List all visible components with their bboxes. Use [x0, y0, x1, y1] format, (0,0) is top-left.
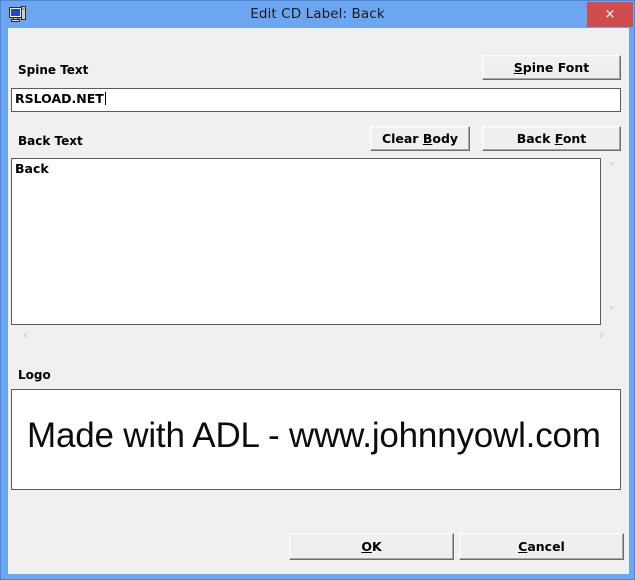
back-font-button[interactable]: Back Font: [482, 126, 621, 151]
window-title: Edit CD Label: Back: [250, 6, 385, 22]
spine-font-accel: S: [513, 60, 523, 75]
chevron-up-icon[interactable]: ˄: [603, 162, 620, 174]
spine-text-value: RSLOAD.NET: [15, 91, 104, 106]
back-text-horizontal-scrollbar[interactable]: ‹ ›: [11, 326, 621, 345]
ok-accel: O: [361, 539, 372, 554]
spine-font-button[interactable]: Spine Font: [482, 55, 621, 80]
back-font-label-part1: Back: [516, 131, 555, 146]
logo-preview-text: Made with ADL - www.johnnyowl.com: [27, 416, 601, 455]
title-bar[interactable]: Edit CD Label: Back ×: [1, 1, 634, 28]
chevron-right-icon[interactable]: ›: [593, 329, 610, 341]
chevron-left-icon[interactable]: ‹: [17, 329, 34, 341]
text-caret: [104, 92, 106, 105]
back-text-textarea[interactable]: Back: [11, 158, 601, 325]
ok-label: K: [371, 539, 382, 554]
clear-body-accel: B: [422, 131, 433, 146]
back-font-accel: F: [554, 131, 563, 146]
ok-button[interactable]: OK: [289, 533, 454, 560]
back-text-value: Back: [15, 161, 49, 176]
clear-body-button[interactable]: Clear Body: [370, 126, 470, 151]
spine-font-label: pine Font: [522, 60, 590, 75]
chevron-down-icon[interactable]: ˅: [603, 306, 620, 318]
back-font-label-part2: ont: [562, 131, 587, 146]
spine-text-label: Spine Text: [18, 63, 89, 77]
cancel-accel: C: [518, 539, 528, 554]
clear-body-label-part2: ody: [432, 131, 459, 146]
close-button[interactable]: ×: [587, 2, 633, 27]
spine-text-input[interactable]: RSLOAD.NET: [11, 88, 621, 112]
edit-cd-label-window: Edit CD Label: Back × Spine Text Spine F…: [0, 0, 635, 580]
clear-body-label-part1: Clear: [381, 131, 423, 146]
cancel-button[interactable]: Cancel: [459, 533, 624, 560]
cancel-label: ancel: [527, 539, 565, 554]
logo-preview-box[interactable]: Made with ADL - www.johnnyowl.com: [11, 389, 621, 490]
dialog-client-area: Spine Text Spine Font RSLOAD.NET Back Te…: [8, 28, 629, 574]
back-text-label: Back Text: [18, 134, 83, 148]
back-text-vertical-scrollbar[interactable]: ˄ ˅: [602, 158, 621, 325]
logo-label: Logo: [18, 368, 51, 382]
